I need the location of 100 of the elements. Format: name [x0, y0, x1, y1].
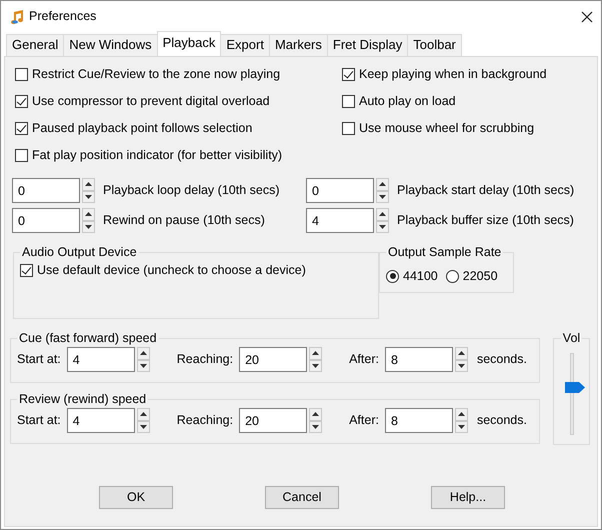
number-field[interactable]: 4	[66, 347, 135, 372]
up-arrow-icon	[379, 212, 386, 216]
spin-down-button[interactable]	[376, 190, 389, 203]
checkbox[interactable]	[15, 149, 28, 162]
radio-label[interactable]: 22050	[462, 267, 498, 286]
tab[interactable]: New Windows	[63, 34, 158, 56]
down-arrow-icon	[312, 424, 320, 429]
group-title: Vol	[562, 331, 582, 345]
number-field[interactable]: 0	[12, 208, 80, 233]
tab[interactable]: General	[6, 34, 64, 56]
checkbox-label[interactable]: Fat play position indicator (for better visibility)	[32, 146, 282, 165]
up-arrow-icon	[458, 351, 465, 356]
spin-up-button[interactable]	[376, 178, 389, 190]
spin-up-button[interactable]	[309, 408, 322, 420]
spin-down-button[interactable]	[309, 360, 322, 372]
field-label: After:	[349, 351, 379, 368]
down-arrow-icon	[140, 364, 147, 368]
checkbox[interactable]	[15, 68, 28, 81]
up-arrow-icon	[140, 412, 147, 416]
checkbox[interactable]	[15, 122, 28, 135]
checkbox-label[interactable]: Paused playback point follows selection	[32, 119, 252, 138]
field-label: Playback buffer size (10th secs)	[397, 212, 574, 230]
number-field[interactable]: 4	[306, 208, 374, 233]
number-field[interactable]: 0	[12, 178, 80, 203]
spin-down-button[interactable]	[136, 420, 150, 433]
group-title: Audio Output Device	[21, 245, 138, 259]
field-label: Rewind on pause (10th secs)	[103, 212, 265, 230]
field-label: Playback loop delay (10th secs)	[103, 182, 280, 200]
field-label: Start at:	[17, 412, 61, 430]
up-arrow-icon	[140, 351, 147, 356]
group-title: Review (rewind) speed	[18, 392, 148, 406]
number-field[interactable]: 20	[239, 408, 308, 433]
checkbox[interactable]	[342, 95, 355, 108]
spin-down-button[interactable]	[309, 420, 322, 433]
unit-label: seconds.	[476, 351, 527, 368]
up-arrow-icon	[85, 182, 92, 186]
number-field[interactable]: 0	[306, 178, 374, 203]
down-arrow-icon	[458, 424, 465, 429]
checkbox-label[interactable]: Use compressor to prevent digital overload	[32, 92, 270, 111]
checkbox[interactable]	[342, 122, 355, 135]
spin-up-button[interactable]	[309, 347, 322, 360]
window-title: Preferences	[29, 8, 96, 26]
spin-down-button[interactable]	[454, 420, 468, 433]
up-arrow-icon	[458, 412, 465, 416]
checkbox-label[interactable]: Auto play on load	[359, 92, 456, 111]
spin-up-button[interactable]	[376, 208, 389, 220]
radio-button[interactable]	[386, 270, 399, 283]
down-arrow-icon	[85, 194, 92, 199]
field-label: After:	[349, 412, 379, 430]
radio-label[interactable]: 44100	[403, 267, 438, 286]
unit-label: seconds.	[476, 412, 527, 430]
number-field[interactable]: 8	[384, 347, 453, 372]
checkbox[interactable]	[342, 68, 355, 81]
up-arrow-icon	[312, 351, 320, 356]
spin-down-button[interactable]	[82, 190, 95, 203]
spin-up-button[interactable]	[82, 178, 95, 190]
group-title: Cue (fast forward) speed	[18, 331, 158, 345]
group-title: Output Sample Rate	[387, 245, 502, 259]
tab[interactable]: Toolbar	[407, 34, 462, 56]
number-field[interactable]: 8	[384, 408, 453, 433]
spin-down-button[interactable]	[454, 360, 468, 372]
tab[interactable]: Markers	[268, 34, 328, 56]
spin-up-button[interactable]	[82, 208, 95, 220]
up-arrow-icon	[312, 412, 320, 416]
spin-down-button[interactable]	[136, 360, 150, 372]
spin-up-button[interactable]	[454, 347, 468, 360]
checkbox[interactable]	[15, 95, 28, 108]
spin-down-button[interactable]	[376, 220, 389, 233]
field-label: Start at:	[17, 351, 61, 368]
field-label: Playback start delay (10th secs)	[397, 182, 574, 200]
checkbox-label[interactable]: Keep playing when in background	[359, 65, 547, 84]
field-label: Reaching:	[176, 351, 234, 368]
dialog-button[interactable]: Help...	[431, 486, 505, 509]
down-arrow-icon	[85, 224, 92, 229]
checkbox[interactable]	[20, 264, 33, 276]
up-arrow-icon	[379, 182, 386, 186]
checkbox-label[interactable]: Use default device (uncheck to choose a device)	[37, 260, 306, 280]
spin-up-button[interactable]	[454, 408, 468, 420]
number-field[interactable]: 4	[66, 408, 135, 433]
down-arrow-icon	[379, 224, 386, 229]
music-note-icon	[9, 8, 25, 24]
down-arrow-icon	[379, 194, 386, 199]
slider-thumb[interactable]	[564, 382, 584, 394]
close-icon[interactable]	[581, 10, 593, 22]
checkbox-label[interactable]: Use mouse wheel for scrubbing	[359, 119, 534, 138]
spin-up-button[interactable]	[136, 408, 150, 420]
field-label: Reaching:	[176, 412, 234, 430]
spin-up-button[interactable]	[136, 347, 150, 360]
down-arrow-icon	[140, 424, 147, 429]
spin-down-button[interactable]	[82, 220, 95, 233]
dialog-button[interactable]: Cancel	[265, 486, 339, 509]
down-arrow-icon	[312, 364, 320, 368]
checkbox-label[interactable]: Restrict Cue/Review to the zone now playing	[32, 65, 280, 84]
up-arrow-icon	[85, 212, 92, 216]
tab[interactable]: Export	[220, 34, 270, 56]
tab[interactable]: Fret Display	[326, 34, 408, 56]
down-arrow-icon	[458, 364, 465, 368]
number-field[interactable]: 20	[239, 347, 308, 372]
radio-button[interactable]	[446, 270, 459, 283]
dialog-button[interactable]: OK	[99, 486, 173, 509]
